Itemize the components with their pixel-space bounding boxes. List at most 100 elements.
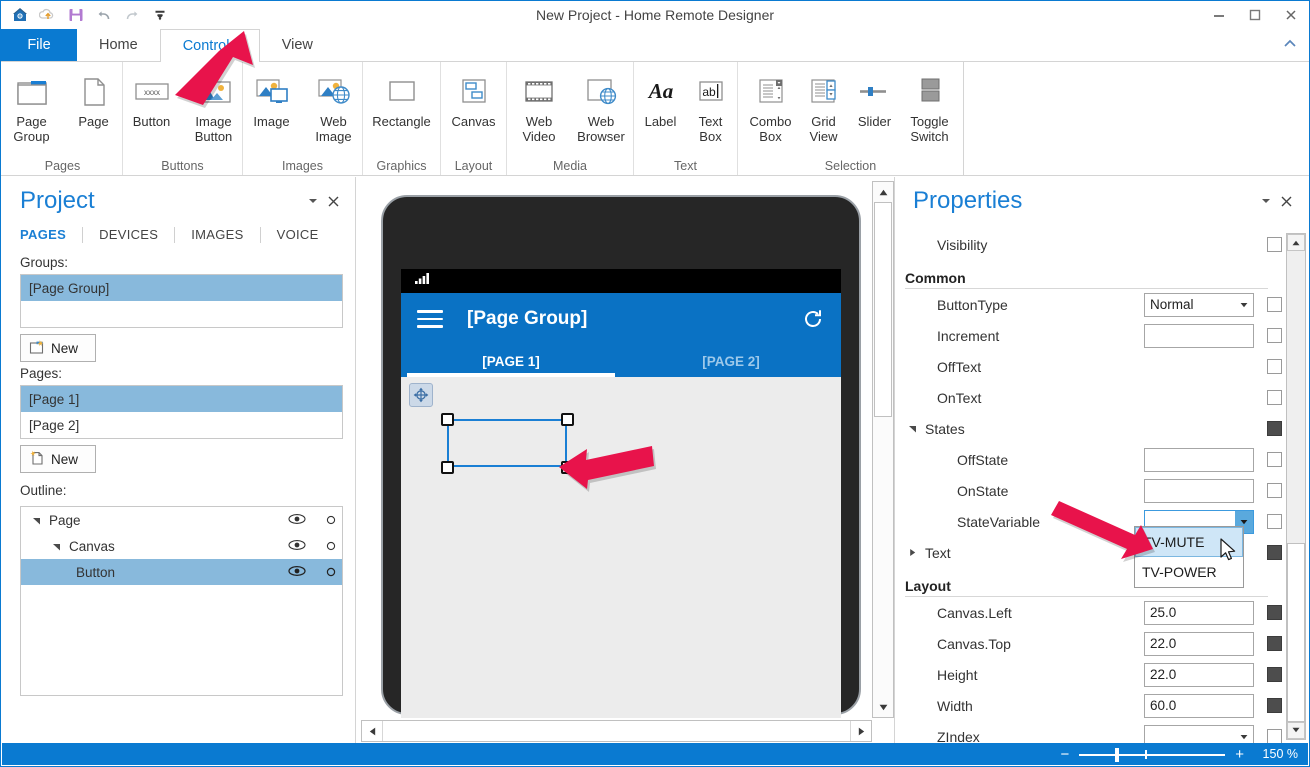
tab-devices[interactable]: DEVICES — [83, 227, 176, 243]
property-binding-checkbox[interactable] — [1267, 636, 1282, 651]
ribbon-item-image-button[interactable]: Image Button — [183, 66, 245, 144]
circle-icon[interactable] — [326, 565, 336, 580]
expander-right-icon[interactable] — [905, 548, 919, 557]
triangle-up-icon[interactable] — [1287, 234, 1305, 252]
increment-input[interactable] — [1144, 323, 1254, 348]
ribbon-item-page[interactable]: Page — [63, 66, 125, 129]
list-item[interactable] — [21, 301, 342, 327]
property-row-increment[interactable]: Increment — [895, 320, 1282, 351]
triangle-right-icon[interactable] — [851, 721, 871, 741]
offstate-input[interactable] — [1144, 447, 1254, 472]
triangle-down-icon[interactable] — [873, 697, 893, 717]
zoom-slider[interactable] — [1079, 745, 1226, 763]
ribbon-item-web-browser[interactable]: Web Browser — [570, 66, 632, 144]
property-binding-checkbox[interactable] — [1267, 359, 1282, 374]
expander-down-icon[interactable] — [49, 542, 63, 551]
property-binding-checkbox[interactable] — [1267, 729, 1282, 744]
move-handle-icon[interactable] — [409, 383, 433, 407]
property-binding-checkbox[interactable] — [1267, 545, 1282, 560]
zoom-slider-thumb[interactable] — [1115, 748, 1120, 762]
chevron-up-icon[interactable] — [1277, 31, 1303, 57]
dropdown-option-tv-mute[interactable]: TV-MUTE — [1135, 527, 1243, 557]
pages-listbox[interactable]: [Page 1] [Page 2] — [20, 385, 343, 439]
list-item[interactable]: [Page Group] — [21, 275, 342, 301]
triangle-down-icon[interactable] — [1287, 721, 1305, 739]
hamburger-icon[interactable] — [417, 310, 443, 328]
eye-icon[interactable] — [288, 539, 306, 554]
chevron-down-icon[interactable] — [1235, 294, 1253, 316]
tab-controls[interactable]: Controls — [159, 29, 260, 62]
chevron-down-icon[interactable] — [303, 191, 323, 211]
selected-button-control[interactable] — [447, 419, 567, 467]
property-row-canvas-top[interactable]: Canvas.Top 22.0 — [895, 628, 1282, 659]
width-input[interactable]: 60.0 — [1144, 693, 1254, 718]
triangle-left-icon[interactable] — [362, 721, 382, 741]
property-binding-checkbox[interactable] — [1267, 390, 1282, 405]
property-row-states[interactable]: States — [895, 413, 1282, 444]
statevariable-dropdown-list[interactable]: TV-MUTE TV-POWER — [1134, 526, 1244, 588]
resize-handle-nw[interactable] — [441, 413, 454, 426]
page-canvas[interactable] — [401, 377, 841, 718]
design-horizontal-scroll-thumb[interactable] — [382, 721, 851, 741]
save-icon[interactable] — [63, 3, 89, 27]
device-tab-page-1[interactable]: [PAGE 1] — [401, 345, 621, 377]
list-item[interactable]: [Page 1] — [21, 386, 342, 412]
property-binding-checkbox[interactable] — [1267, 483, 1282, 498]
tab-images[interactable]: IMAGES — [175, 227, 261, 243]
property-binding-checkbox[interactable] — [1267, 667, 1282, 682]
resize-handle-ne[interactable] — [561, 413, 574, 426]
new-group-button[interactable]: New — [20, 334, 96, 362]
ribbon-item-page-group[interactable]: Page Group — [1, 66, 63, 144]
close-icon[interactable] — [323, 191, 343, 211]
properties-vertical-scrollbar[interactable] — [1286, 233, 1306, 740]
close-icon[interactable] — [1273, 1, 1309, 29]
dropdown-option-tv-power[interactable]: TV-POWER — [1135, 557, 1243, 587]
eye-icon[interactable] — [288, 513, 306, 528]
triangle-up-icon[interactable] — [873, 182, 893, 202]
tree-item-page[interactable]: Page — [21, 507, 342, 533]
customize-qat-icon[interactable] — [147, 3, 173, 27]
undo-icon[interactable] — [91, 3, 117, 27]
design-horizontal-scrollbar[interactable] — [361, 720, 872, 742]
height-input[interactable]: 22.0 — [1144, 662, 1254, 687]
minimize-icon[interactable] — [1201, 1, 1237, 29]
refresh-icon[interactable] — [801, 307, 825, 331]
property-binding-checkbox[interactable] — [1267, 605, 1282, 620]
property-binding-checkbox[interactable] — [1267, 328, 1282, 343]
list-item[interactable]: [Page 2] — [21, 412, 342, 438]
property-row-visibility[interactable]: Visibility — [895, 229, 1282, 260]
property-row-offtext[interactable]: OffText — [895, 351, 1282, 382]
resize-handle-se[interactable] — [561, 461, 574, 474]
property-row-ontext[interactable]: OnText — [895, 382, 1282, 413]
ribbon-item-grid-view[interactable]: Grid View — [799, 66, 849, 144]
ribbon-item-button[interactable]: xxxx Button — [121, 66, 183, 129]
tab-home[interactable]: Home — [77, 29, 160, 61]
ribbon-item-web-video[interactable]: Web Video — [508, 66, 570, 144]
canvas-top-input[interactable]: 22.0 — [1144, 631, 1254, 656]
canvas-left-input[interactable]: 25.0 — [1144, 600, 1254, 625]
device-tab-page-2[interactable]: [PAGE 2] — [621, 345, 841, 377]
new-page-button[interactable]: New — [20, 445, 96, 473]
property-row-offstate[interactable]: OffState — [895, 444, 1282, 475]
design-vertical-scroll-thumb[interactable] — [874, 202, 892, 417]
tab-file[interactable]: File — [1, 29, 77, 61]
property-row-buttontype[interactable]: ButtonType Normal — [895, 289, 1282, 320]
design-vertical-scrollbar[interactable] — [872, 181, 894, 718]
expander-down-icon[interactable] — [905, 424, 919, 433]
property-row-width[interactable]: Width 60.0 — [895, 690, 1282, 721]
ribbon-item-text-box[interactable]: ab Text Box — [686, 66, 736, 144]
tree-item-canvas[interactable]: Canvas — [21, 533, 342, 559]
ribbon-item-image[interactable]: Image — [241, 66, 303, 129]
eye-icon[interactable] — [288, 565, 306, 580]
close-icon[interactable] — [1276, 191, 1296, 211]
tree-item-button[interactable]: Button — [21, 559, 342, 585]
ribbon-item-rectangle[interactable]: Rectangle — [367, 66, 436, 129]
ribbon-item-web-image[interactable]: Web Image — [303, 66, 365, 144]
property-row-height[interactable]: Height 22.0 — [895, 659, 1282, 690]
zoom-in-button[interactable]: + — [1233, 746, 1246, 763]
property-binding-checkbox[interactable] — [1267, 698, 1282, 713]
property-row-onstate[interactable]: OnState — [895, 475, 1282, 506]
zoom-out-button[interactable]: − — [1058, 746, 1071, 763]
save-cloud-icon[interactable] — [35, 3, 61, 27]
ribbon-item-canvas[interactable]: Canvas — [444, 66, 504, 129]
